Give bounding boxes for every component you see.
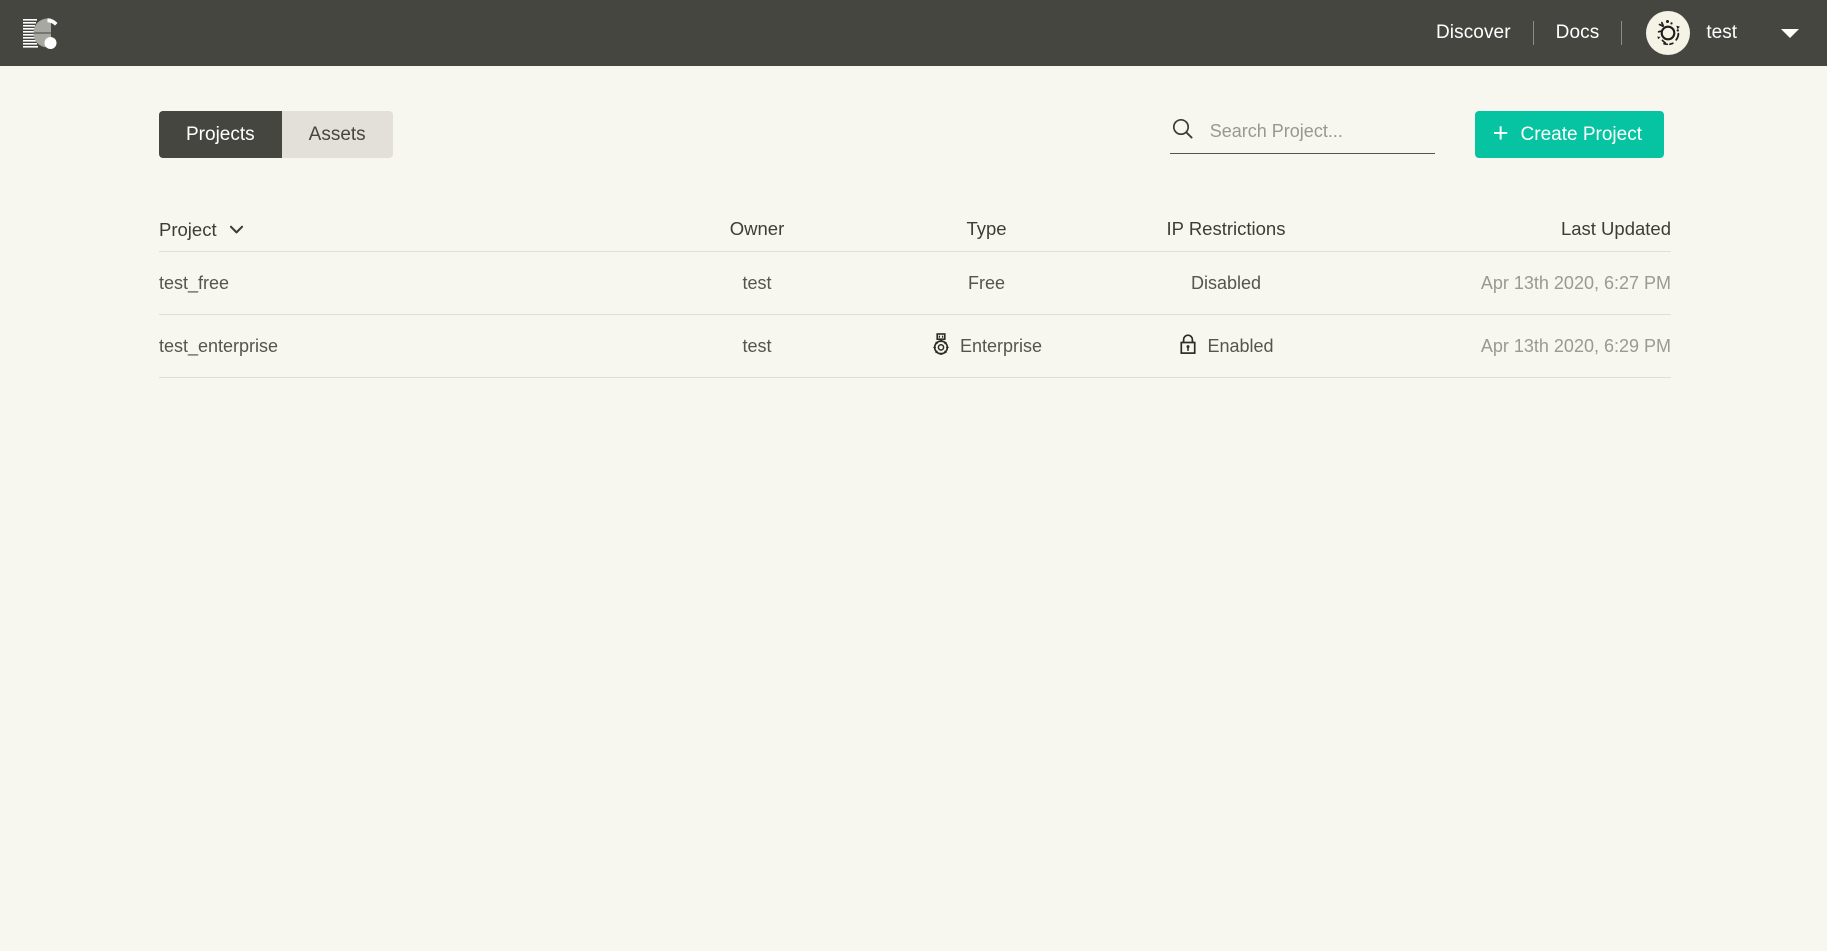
plus-icon: + [1492, 118, 1509, 148]
column-header-ip-restrictions: IP Restrictions [1166, 217, 1286, 239]
cell-ip-restrictions: Enabled [1103, 333, 1349, 360]
cell-project-name: test_enterprise [159, 335, 279, 356]
search-icon [1170, 116, 1196, 147]
tab-projects[interactable]: Projects [159, 111, 282, 158]
eversion-e-logo[interactable] [20, 11, 64, 55]
search-field[interactable] [1169, 116, 1435, 154]
user-menu-chevron-down-icon[interactable] [1781, 28, 1799, 38]
top-header-bar: Discover Docs test [0, 0, 1827, 66]
cell-type: Enterprise [870, 332, 1103, 360]
cell-ip-label: Enabled [1207, 335, 1274, 356]
user-name-label: test [1706, 22, 1737, 43]
nav-link-discover[interactable]: Discover [1414, 22, 1533, 44]
identicon-avatar [1646, 11, 1691, 55]
cell-ip-label: Disabled [1190, 272, 1262, 293]
column-header-project-label: Project [159, 218, 217, 240]
table-row[interactable]: test_free test Free Disabled Apr 13th 20… [159, 252, 1671, 315]
cell-owner: test [742, 272, 772, 293]
cell-project-name: test_free [159, 272, 230, 293]
cell-last-updated: Apr 13th 2020, 6:29 PM [1480, 335, 1671, 356]
column-header-last-updated: Last Updated [1560, 217, 1671, 239]
lock-icon [1178, 333, 1198, 360]
toolbar-actions: + Create Project [1169, 111, 1664, 158]
medal-icon [931, 332, 951, 360]
projects-table: Project Owner Type IP Restrictions Last … [159, 206, 1671, 378]
tab-assets[interactable]: Assets [281, 111, 393, 158]
column-header-owner: Owner [729, 217, 785, 239]
cell-type-label: Enterprise [959, 335, 1043, 356]
cell-type-label: Free [967, 272, 1005, 293]
view-tabs: Projects Assets [159, 111, 393, 158]
nav-link-docs[interactable]: Docs [1534, 22, 1622, 44]
search-input[interactable] [1209, 118, 1435, 144]
cell-last-updated: Apr 13th 2020, 6:27 PM [1480, 272, 1671, 293]
table-row[interactable]: test_enterprise test Enterprise Enabled … [159, 315, 1671, 378]
column-header-project[interactable]: Project [159, 217, 644, 241]
page-content: Projects Assets + Create Project [0, 111, 1827, 378]
cell-ip-restrictions: Disabled [1103, 273, 1349, 294]
top-navigation: Discover Docs test [1414, 0, 1809, 66]
caret-shape [1781, 28, 1799, 38]
create-project-button[interactable]: + Create Project [1474, 111, 1664, 158]
column-header-type: Type [966, 217, 1007, 239]
user-menu[interactable]: test [1622, 11, 1737, 55]
create-project-label: Create Project [1520, 123, 1642, 145]
cell-owner: test [742, 335, 772, 356]
sort-chevron-down-icon [229, 217, 243, 239]
table-header-row: Project Owner Type IP Restrictions Last … [159, 206, 1671, 252]
cell-type: Free [870, 273, 1103, 294]
content-toolbar: Projects Assets + Create Project [159, 111, 1664, 158]
